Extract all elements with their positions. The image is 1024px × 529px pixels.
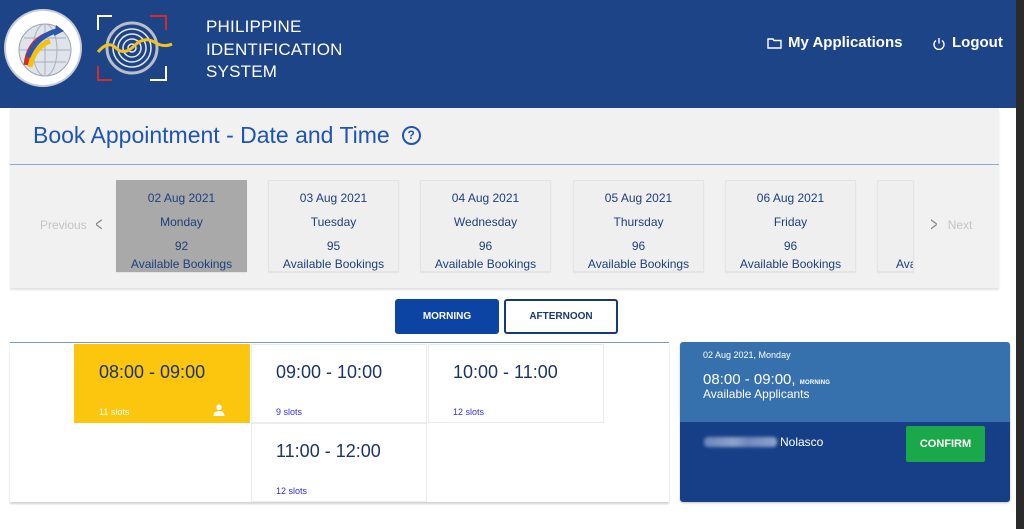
summary-session: MORNING bbox=[799, 380, 831, 386]
date-card-available-label: Available Bookings bbox=[434, 257, 537, 271]
summary-header: 02 Aug 2021, Monday 08:00 - 09:00, MORNI… bbox=[680, 342, 1010, 422]
time-slot-count: 12 slots bbox=[276, 486, 308, 496]
brand-line: IDENTIFICATION bbox=[206, 39, 343, 59]
available-applicants-label: Available Applicants bbox=[703, 387, 810, 401]
date-card-weekday: Monday bbox=[160, 215, 203, 229]
appointment-summary: 02 Aug 2021, Monday 08:00 - 09:00, MORNI… bbox=[680, 342, 1010, 502]
time-slot-range: 10:00 - 11:00 bbox=[453, 362, 558, 382]
my-applications-label: My Applications bbox=[788, 34, 903, 51]
philsys-logo bbox=[94, 14, 174, 84]
date-card-available-label: Available Bookings bbox=[282, 257, 385, 271]
brand-line: SYSTEM bbox=[206, 62, 278, 81]
time-slot-count: 12 slots bbox=[453, 407, 485, 417]
time-slot[interactable]: 10:00 - 11:00 12 slots bbox=[428, 344, 604, 423]
chevron-left-icon: < bbox=[95, 214, 103, 236]
date-card-weekday: Thursday bbox=[613, 215, 664, 229]
date-card-weekday: Friday bbox=[773, 215, 808, 229]
time-slot-count: 11 slots bbox=[99, 407, 130, 417]
date-card-available-label: Available Bookings bbox=[739, 257, 842, 271]
date-card-weekday: Tuesday bbox=[310, 215, 357, 229]
date-card-date: 03 Aug 2021 bbox=[299, 191, 368, 205]
summary-date: 02 Aug 2021, Monday bbox=[703, 350, 791, 360]
chevron-right-icon: > bbox=[930, 214, 938, 236]
date-card-available-label: Ava bbox=[896, 257, 913, 271]
applicant-last-name: Nolasco bbox=[780, 435, 824, 449]
confirm-button[interactable]: CONFIRM bbox=[906, 426, 985, 462]
session-tabs: MORNING AFTERNOON bbox=[395, 299, 618, 334]
logout-label: Logout bbox=[952, 34, 1003, 51]
time-slot[interactable]: 09:00 - 10:00 9 slots bbox=[251, 344, 427, 423]
date-card-available-label: Available Bookings bbox=[587, 257, 690, 271]
redacted-first-name bbox=[704, 437, 777, 447]
user-icon bbox=[213, 403, 225, 416]
time-slots-panel: 08:00 - 09:00 11 slots 09:00 - 10:00 9 s… bbox=[10, 342, 669, 502]
date-card-available-count: 96 bbox=[631, 239, 646, 253]
time-slot[interactable]: 08:00 - 09:00 11 slots bbox=[74, 344, 250, 423]
date-card[interactable]: 04 Aug 2021 Wednesday 96 Available Booki… bbox=[420, 180, 551, 272]
title-divider bbox=[10, 164, 999, 165]
time-slot-range: 09:00 - 10:00 bbox=[276, 362, 383, 382]
date-card[interactable]: 06 Aug 2021 Friday 96 Available Bookings bbox=[725, 180, 856, 272]
date-card-partial[interactable]: Ava bbox=[877, 180, 914, 272]
summary-time-range: 08:00 - 09:00, bbox=[703, 371, 796, 388]
logout-link[interactable]: Logout bbox=[932, 34, 1003, 51]
applicant-row: Nolasco CONFIRM bbox=[680, 422, 1010, 502]
psa-logo bbox=[4, 9, 82, 87]
date-card-available-count: 96 bbox=[478, 239, 493, 253]
date-card-weekday: Wednesday bbox=[453, 215, 518, 229]
tab-afternoon[interactable]: AFTERNOON bbox=[504, 299, 618, 334]
time-slot-count: 9 slots bbox=[276, 407, 303, 417]
next-label: Next bbox=[947, 218, 973, 232]
date-card[interactable]: 05 Aug 2021 Thursday 96 Available Bookin… bbox=[573, 180, 704, 272]
date-card-date: 05 Aug 2021 bbox=[604, 191, 673, 205]
page-title-text: Book Appointment - Date and Time bbox=[33, 122, 390, 148]
time-slot-range: 11:00 - 12:00 bbox=[276, 441, 381, 461]
window-edge bbox=[1016, 0, 1024, 529]
my-applications-link[interactable]: My Applications bbox=[767, 34, 902, 51]
power-icon bbox=[932, 36, 946, 50]
brand-title: PHILIPPINE IDENTIFICATION SYSTEM bbox=[206, 16, 343, 84]
page-title: Book Appointment - Date and Time ? bbox=[33, 122, 421, 149]
applicant-name: Nolasco bbox=[704, 435, 823, 449]
date-card[interactable]: 03 Aug 2021 Tuesday 95 Available Booking… bbox=[268, 180, 399, 272]
date-card-date: 06 Aug 2021 bbox=[756, 191, 825, 205]
date-card-date: 04 Aug 2021 bbox=[451, 191, 520, 205]
folder-icon bbox=[767, 37, 782, 49]
date-card-available-count: 95 bbox=[326, 239, 341, 253]
date-card-available-label: Available Bookings bbox=[130, 257, 233, 271]
app-header: PHILIPPINE IDENTIFICATION SYSTEM My Appl… bbox=[0, 0, 1024, 108]
time-slot-range: 08:00 - 09:00 bbox=[99, 362, 206, 382]
date-card-available-count: 92 bbox=[174, 239, 189, 253]
date-card[interactable]: 02 Aug 2021 Monday 92 Available Bookings bbox=[116, 180, 247, 272]
time-slot[interactable]: 11:00 - 12:00 12 slots bbox=[251, 423, 427, 502]
date-card-available-count: 96 bbox=[783, 239, 798, 253]
next-dates-button[interactable]: > Next bbox=[928, 214, 973, 236]
date-card-date: 02 Aug 2021 bbox=[147, 191, 216, 205]
date-selection-panel: Book Appointment - Date and Time ? Previ… bbox=[10, 108, 999, 288]
summary-time: 08:00 - 09:00, MORNING bbox=[703, 371, 830, 388]
tab-morning[interactable]: MORNING bbox=[395, 299, 499, 334]
previous-label: Previous bbox=[40, 218, 87, 232]
previous-dates-button[interactable]: Previous < bbox=[40, 214, 104, 236]
brand-line: PHILIPPINE bbox=[206, 17, 302, 36]
help-icon[interactable]: ? bbox=[401, 126, 421, 145]
